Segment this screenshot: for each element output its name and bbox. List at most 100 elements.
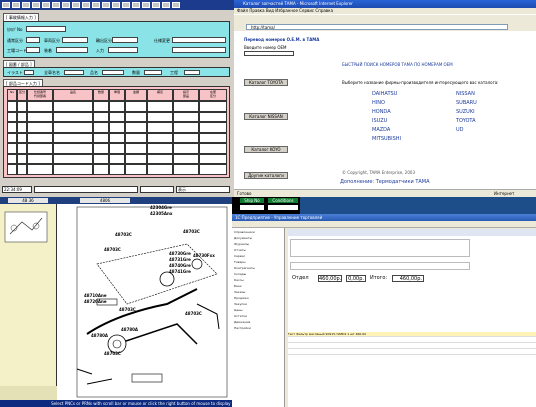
- toolbar-button[interactable]: [62, 2, 70, 8]
- table-cell[interactable]: [199, 111, 227, 122]
- table-cell[interactable]: [7, 101, 17, 112]
- table-cell[interactable]: [199, 132, 227, 143]
- table-cell[interactable]: [199, 143, 227, 154]
- part-number-label[interactable]: 42305Anx: [150, 212, 172, 216]
- toolbar-button[interactable]: [162, 2, 170, 8]
- table-cell[interactable]: [125, 153, 147, 164]
- brand-link[interactable]: UD: [456, 127, 464, 134]
- nissan-catalog-button[interactable]: Каталог NISSAN: [244, 113, 288, 120]
- table-cell[interactable]: [17, 132, 27, 143]
- brand-link[interactable]: DAIHATSU: [372, 91, 397, 98]
- table-cell[interactable]: [147, 122, 173, 133]
- field[interactable]: [62, 37, 88, 43]
- toolbar-button[interactable]: [42, 2, 50, 8]
- table-cell[interactable]: [7, 122, 17, 133]
- table-cell[interactable]: [7, 143, 17, 154]
- customer-field[interactable]: [290, 262, 470, 270]
- part-number-label[interactable]: 48720Ane: [84, 300, 107, 304]
- part-number-label[interactable]: 48703C: [115, 233, 132, 237]
- table-cell[interactable]: [27, 143, 53, 154]
- table-cell[interactable]: [17, 111, 27, 122]
- navigation-item[interactable]: Продажи: [234, 296, 249, 300]
- table-cell[interactable]: [125, 111, 147, 122]
- total-field[interactable]: 460,00р.: [392, 275, 424, 282]
- navigation-item[interactable]: Товары: [234, 260, 246, 264]
- table-cell[interactable]: [27, 164, 53, 175]
- table-cell[interactable]: [53, 164, 93, 175]
- field[interactable]: [172, 47, 226, 53]
- table-row[interactable]: [288, 338, 536, 343]
- part-number-label[interactable]: 48703C: [104, 352, 121, 356]
- table-cell[interactable]: [53, 101, 93, 112]
- brand-link[interactable]: SUBARU: [456, 100, 477, 107]
- field[interactable]: [112, 37, 138, 43]
- table-cell[interactable]: [27, 111, 53, 122]
- navigation-item[interactable]: Закупки: [234, 302, 247, 306]
- table-cell[interactable]: [7, 153, 17, 164]
- table-cell[interactable]: [173, 153, 199, 164]
- table-cell[interactable]: [53, 111, 93, 122]
- toolbar-button[interactable]: [12, 2, 20, 8]
- table-cell[interactable]: [27, 153, 53, 164]
- part-number-label[interactable]: 48710Ane: [84, 294, 107, 298]
- toolbar-button[interactable]: [102, 2, 110, 8]
- thumbnail-image[interactable]: [0, 204, 57, 400]
- table-cell[interactable]: [53, 132, 93, 143]
- table-cell[interactable]: [147, 164, 173, 175]
- toolbar-button[interactable]: [52, 2, 60, 8]
- table-cell[interactable]: [93, 143, 109, 154]
- document-toolbar[interactable]: [288, 229, 536, 236]
- table-cell[interactable]: [125, 132, 147, 143]
- field[interactable]: [64, 70, 84, 75]
- toyota-catalog-button[interactable]: Каталог TOYOTA: [244, 79, 288, 86]
- toolbar-button[interactable]: [112, 2, 120, 8]
- field[interactable]: [102, 70, 124, 75]
- brand-link[interactable]: NISSAN: [456, 91, 475, 98]
- table-cell[interactable]: [7, 132, 17, 143]
- table-cell[interactable]: [93, 101, 109, 112]
- field[interactable]: [24, 70, 34, 75]
- table-cell[interactable]: [125, 122, 147, 133]
- table-cell[interactable]: [17, 101, 27, 112]
- table-cell[interactable]: [199, 101, 227, 112]
- field[interactable]: [26, 47, 40, 53]
- table-cell[interactable]: [93, 153, 109, 164]
- conditions-field[interactable]: [268, 205, 298, 210]
- toolbar-button[interactable]: [152, 2, 160, 8]
- brand-link[interactable]: HINO: [372, 100, 385, 107]
- field[interactable]: [56, 47, 88, 53]
- part-number-label[interactable]: 48730Fxx: [193, 254, 215, 258]
- toolbar-button[interactable]: [122, 2, 130, 8]
- navigation-item[interactable]: Журналы: [234, 242, 249, 246]
- field[interactable]: [144, 70, 162, 75]
- navigation-item[interactable]: Документы: [234, 236, 252, 240]
- navigation-item[interactable]: Отчеты: [234, 248, 246, 252]
- catalog-no-field[interactable]: [26, 26, 66, 32]
- field[interactable]: [26, 37, 40, 43]
- table-cell[interactable]: [173, 111, 199, 122]
- amount-field[interactable]: 460,00р.: [318, 275, 342, 282]
- navigation-item[interactable]: Склады: [234, 272, 246, 276]
- toolbar-button[interactable]: [72, 2, 80, 8]
- toolbar-button[interactable]: [132, 2, 140, 8]
- table-cell[interactable]: [7, 164, 17, 175]
- brand-link[interactable]: SUZUKI: [456, 109, 475, 116]
- navigation-item[interactable]: Цены: [234, 308, 243, 312]
- table-cell[interactable]: [125, 143, 147, 154]
- field[interactable]: [108, 47, 138, 53]
- navigation-item[interactable]: Кассы: [234, 278, 244, 282]
- table-cell[interactable]: [7, 111, 17, 122]
- table-cell[interactable]: [53, 143, 93, 154]
- brand-link[interactable]: MAZDA: [372, 127, 390, 134]
- toolbar-button[interactable]: [82, 2, 90, 8]
- toolbar-button[interactable]: [92, 2, 100, 8]
- toolbar-button[interactable]: [32, 2, 40, 8]
- table-cell[interactable]: [125, 164, 147, 175]
- table-row[interactable]: [288, 344, 536, 349]
- navigation-item[interactable]: Банк: [234, 284, 242, 288]
- part-number-label[interactable]: 48780A: [91, 334, 108, 338]
- table-cell[interactable]: [27, 122, 53, 133]
- table-row[interactable]: [288, 350, 536, 355]
- table-cell[interactable]: [93, 132, 109, 143]
- thermosensor-link[interactable]: Дополнение: Термодатчики ТАМА: [340, 180, 430, 185]
